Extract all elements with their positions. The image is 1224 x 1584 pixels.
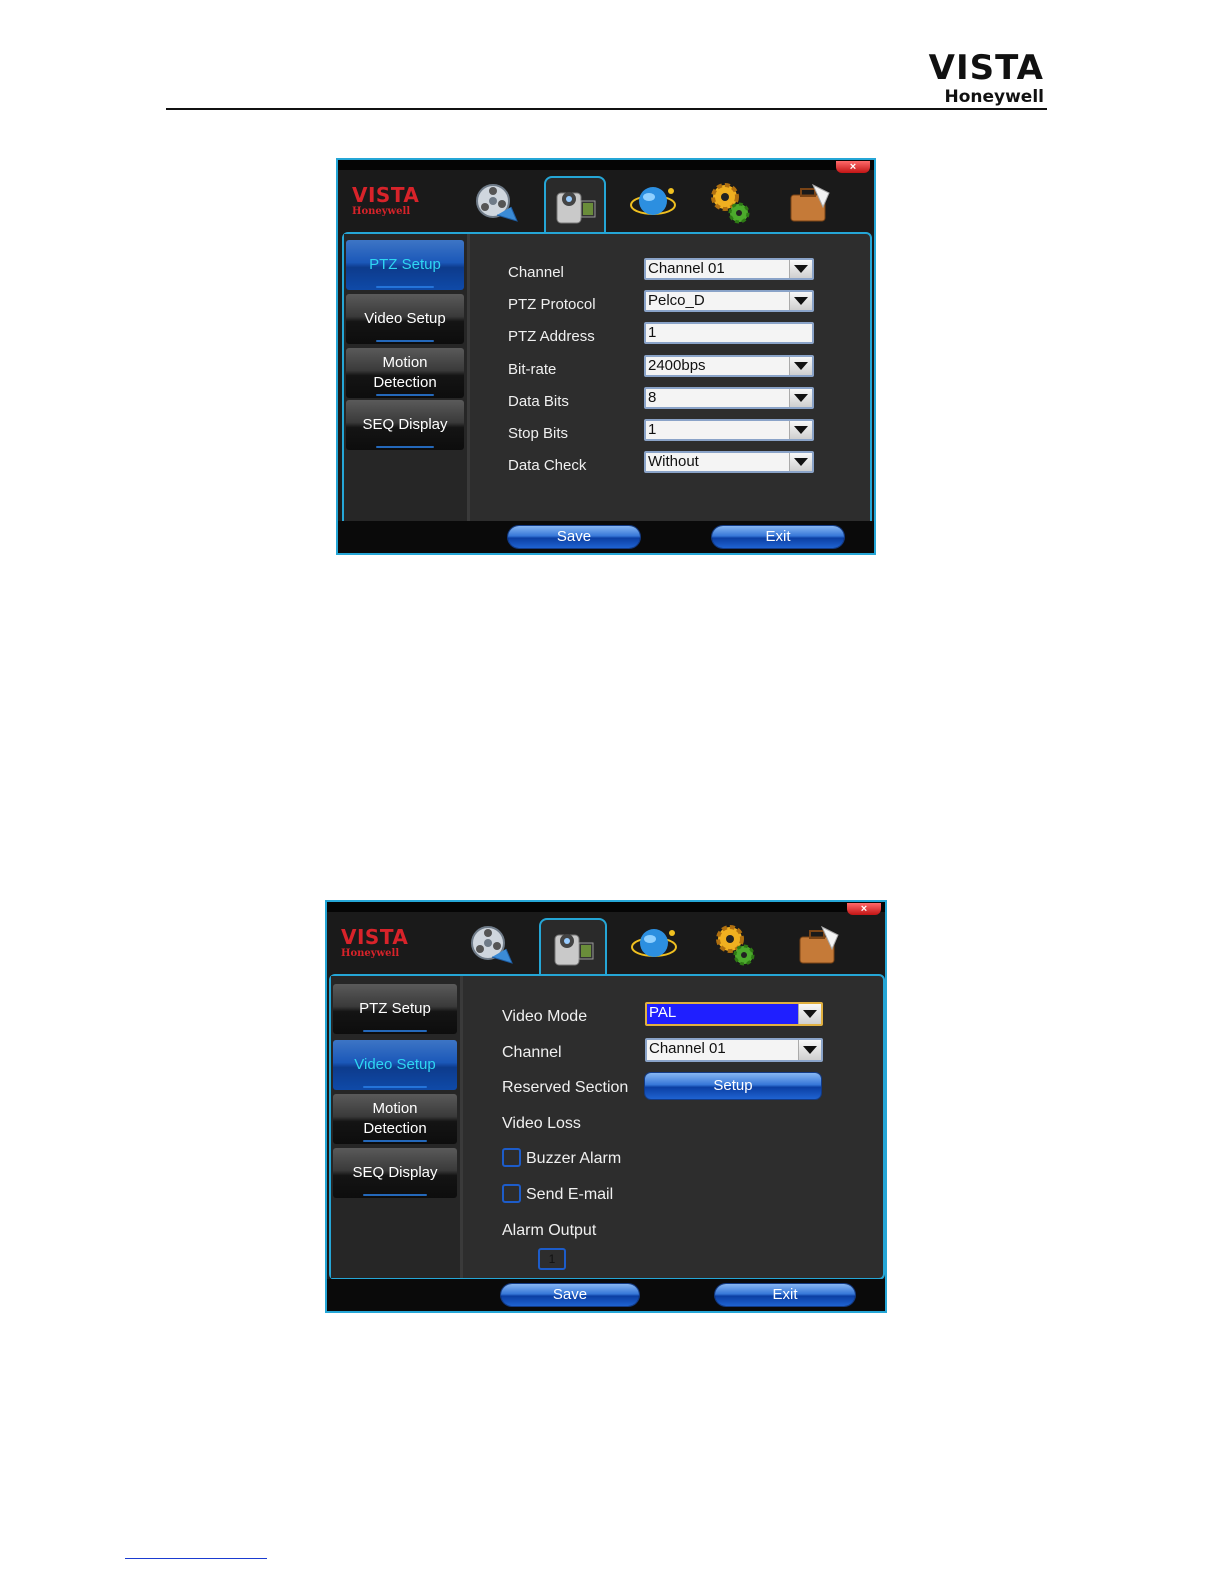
data-check-value: Without — [648, 453, 699, 470]
sidebar-item-seq-display[interactable]: SEQ Display — [346, 400, 464, 450]
film-reel-icon[interactable] — [466, 174, 528, 232]
channel-select[interactable]: Channel 01 — [645, 1038, 823, 1062]
send-email-label: Send E-mail — [526, 1186, 614, 1203]
stop-bits-label: Stop Bits — [508, 425, 569, 442]
chevron-down-icon — [789, 389, 812, 407]
channel-select-value: Channel 01 — [648, 260, 725, 277]
bit-rate-label: Bit-rate — [508, 361, 557, 378]
settings-panel: PTZ Setup Video Setup Motion Detection S… — [342, 232, 872, 527]
data-bits-select[interactable]: 8 — [644, 387, 814, 409]
buzzer-alarm-label: Buzzer Alarm — [526, 1150, 622, 1167]
chevron-down-icon — [789, 260, 812, 278]
sidebar-item-motion-detection[interactable]: Motion Detection — [346, 348, 464, 398]
sidebar-item-ptz-setup[interactable]: PTZ Setup — [346, 240, 464, 290]
chevron-down-icon — [789, 292, 812, 310]
video-loss-label: Video Loss — [502, 1115, 581, 1132]
sidebar-item-video-setup[interactable]: Video Setup — [346, 294, 464, 344]
channel-select-value: Channel 01 — [649, 1040, 726, 1057]
data-check-label: Data Check — [508, 457, 587, 474]
chevron-down-icon — [798, 1040, 821, 1060]
chevron-down-icon — [789, 453, 812, 471]
window-titlebar — [338, 160, 874, 170]
chevron-down-icon — [798, 1004, 821, 1024]
window-footer: Save Exit — [338, 521, 874, 553]
footer-link-line — [125, 1558, 267, 1559]
chevron-down-icon — [789, 421, 812, 439]
channel-label: Channel — [502, 1044, 562, 1061]
sidebar: PTZ Setup Video Setup Motion Detection S… — [331, 976, 463, 1278]
buzzer-alarm-checkbox[interactable] — [502, 1148, 521, 1167]
briefcase-icon[interactable] — [787, 916, 849, 974]
setup-button[interactable]: Setup — [645, 1073, 821, 1099]
settings-panel: PTZ Setup Video Setup Motion Detection S… — [329, 974, 885, 1280]
camera-icon[interactable] — [544, 176, 606, 232]
data-bits-label: Data Bits — [508, 393, 569, 410]
stop-bits-value: 1 — [648, 421, 657, 438]
alarm-output-channel-1[interactable]: 1 — [538, 1248, 566, 1270]
send-email-checkbox[interactable] — [502, 1184, 521, 1203]
sidebar-item-video-setup[interactable]: Video Setup — [333, 1040, 457, 1090]
ptz-address-input[interactable]: 1 — [644, 322, 814, 344]
main-menu-icons — [327, 914, 885, 976]
ptz-protocol-label: PTZ Protocol — [508, 296, 596, 313]
video-setup-window: × VISTA Honeywell PTZ Setup Video Setup … — [325, 900, 887, 1313]
globe-network-icon[interactable] — [622, 174, 684, 232]
data-bits-value: 8 — [648, 389, 657, 406]
exit-button[interactable]: Exit — [715, 1284, 855, 1306]
ptz-address-label: PTZ Address — [508, 328, 595, 345]
channel-select[interactable]: Channel 01 — [644, 258, 814, 280]
chevron-down-icon — [789, 357, 812, 375]
video-mode-value: PAL — [649, 1004, 677, 1021]
window-footer: Save Exit — [327, 1279, 885, 1311]
main-menu-icons — [338, 172, 874, 234]
briefcase-icon[interactable] — [778, 174, 840, 232]
brand-name: VISTA — [928, 48, 1044, 88]
gears-icon[interactable] — [705, 916, 767, 974]
bit-rate-select[interactable]: 2400bps — [644, 355, 814, 377]
sidebar-item-motion-detection[interactable]: Motion Detection — [333, 1094, 457, 1144]
channel-label: Channel — [508, 264, 564, 281]
header-rule — [166, 108, 1047, 110]
stop-bits-select[interactable]: 1 — [644, 419, 814, 441]
page-brand: VISTA Honeywell — [929, 50, 1044, 107]
exit-button[interactable]: Exit — [712, 526, 844, 548]
gears-icon[interactable] — [700, 174, 762, 232]
sidebar: PTZ Setup Video Setup Motion Detection S… — [344, 234, 470, 525]
ptz-setup-window: × VISTA Honeywell PTZ Setup Video Setup … — [336, 158, 876, 555]
video-mode-select[interactable]: PAL — [645, 1002, 823, 1026]
ptz-address-value: 1 — [648, 324, 657, 341]
camera-icon[interactable] — [539, 918, 607, 974]
ptz-protocol-value: Pelco_D — [648, 292, 705, 309]
sidebar-item-ptz-setup[interactable]: PTZ Setup — [333, 984, 457, 1034]
video-mode-label: Video Mode — [502, 1008, 588, 1025]
window-titlebar — [327, 902, 885, 912]
globe-network-icon[interactable] — [623, 916, 685, 974]
data-check-select[interactable]: Without — [644, 451, 814, 473]
ptz-protocol-select[interactable]: Pelco_D — [644, 290, 814, 312]
alarm-output-label: Alarm Output — [502, 1222, 597, 1239]
save-button[interactable]: Save — [501, 1284, 639, 1306]
reserved-section-label: Reserved Section — [502, 1079, 629, 1096]
sidebar-item-seq-display[interactable]: SEQ Display — [333, 1148, 457, 1198]
save-button[interactable]: Save — [508, 526, 640, 548]
company-name: Honeywell — [944, 87, 1044, 107]
film-reel-icon[interactable] — [461, 916, 523, 974]
bit-rate-value: 2400bps — [648, 357, 706, 374]
